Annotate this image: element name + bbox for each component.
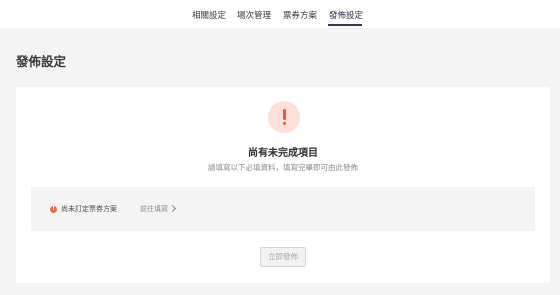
alert-icon: ! (50, 206, 57, 213)
status-headline: 尚有未完成項目 (248, 148, 318, 159)
exclamation-bar (282, 109, 286, 120)
exclamation-dot (282, 122, 286, 125)
todo-list: ! 尚未訂定票券方案 前往填寫 (31, 187, 535, 231)
todo-item-text: 尚未訂定票券方案 (61, 205, 117, 213)
publish-now-button[interactable]: 立即發佈 (260, 247, 306, 267)
tab-related-settings[interactable]: 相關設定 (192, 9, 226, 21)
status-subline: 請填寫以下必填資料，填寫完畢即可由此發佈 (208, 163, 358, 172)
chevron-right-icon[interactable] (168, 204, 177, 213)
tab-publish-settings[interactable]: 發佈設定 (329, 9, 363, 21)
warning-icon (268, 101, 300, 133)
page-title: 發佈設定 (16, 54, 67, 69)
tab-ticket-plans[interactable]: 票券方案 (283, 9, 317, 21)
go-fill-link[interactable]: 前往填寫 (140, 204, 168, 214)
tab-session-management[interactable]: 場次管理 (237, 9, 271, 21)
active-tab-indicator (328, 24, 362, 26)
publish-card: 尚有未完成項目 請填寫以下必填資料，填寫完畢即可由此發佈 ! 尚未訂定票券方案 … (16, 87, 550, 283)
top-nav: 相關設定 場次管理 票券方案 發佈設定 (0, 0, 560, 28)
